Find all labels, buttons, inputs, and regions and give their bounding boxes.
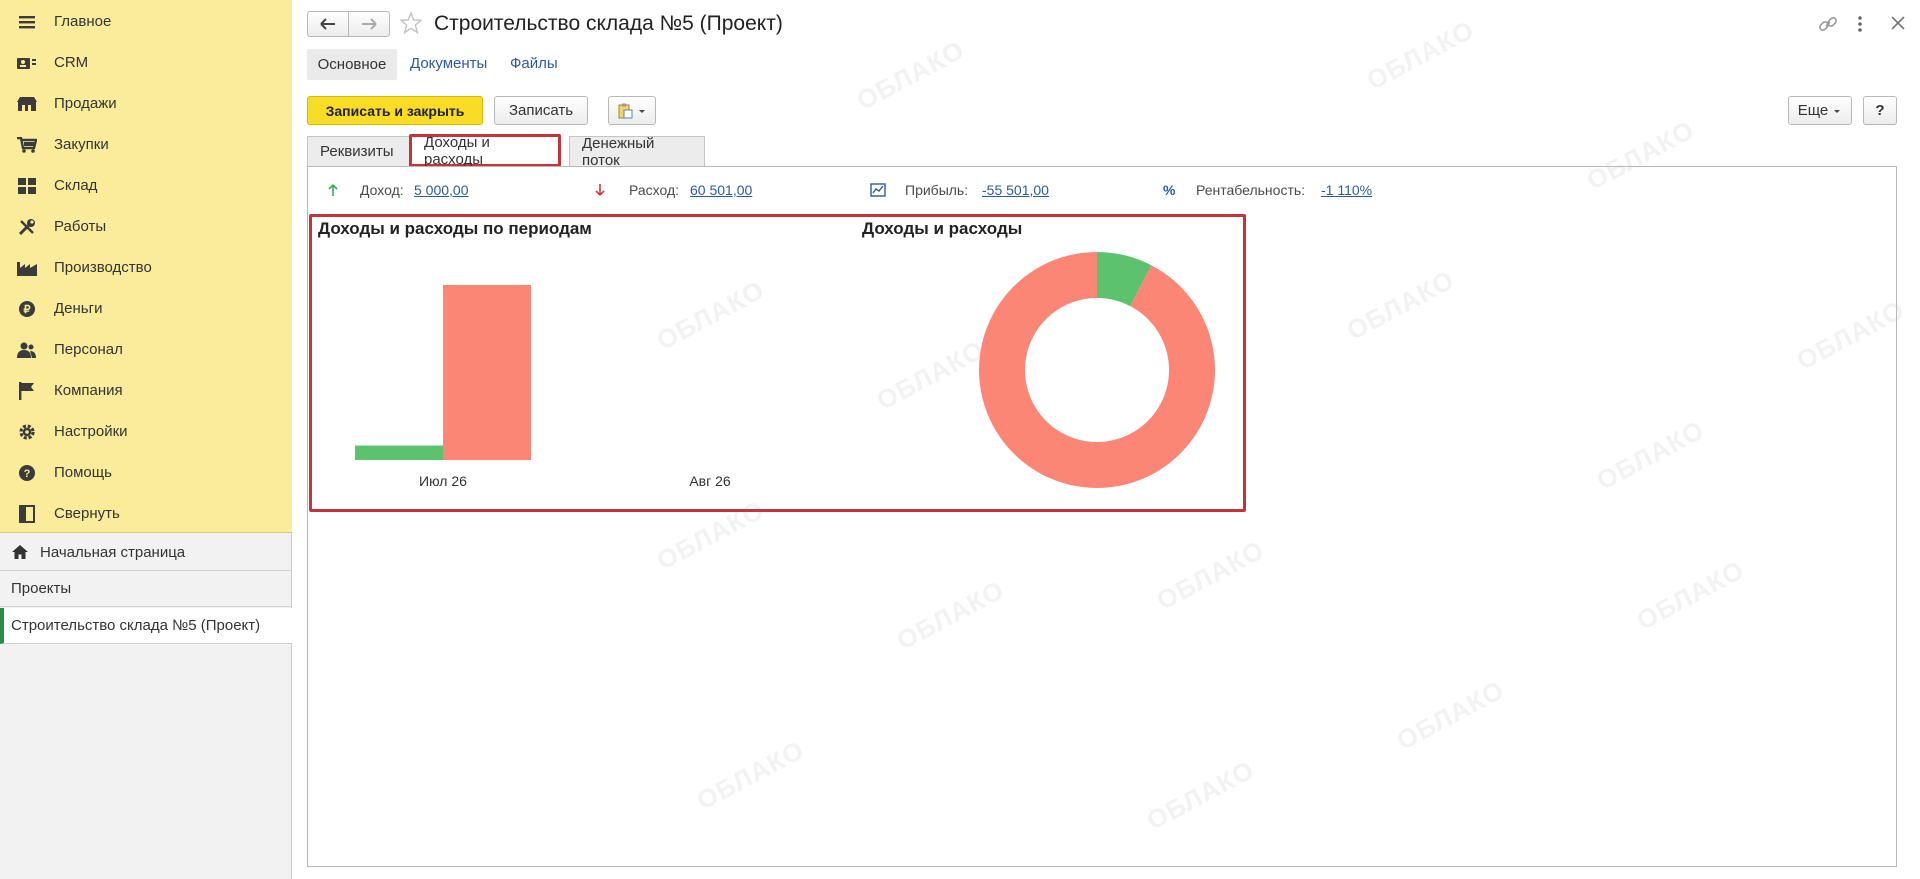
favorite-star-icon[interactable] bbox=[399, 11, 423, 39]
flag-icon bbox=[17, 382, 37, 400]
x-tick-label: Авг 26 bbox=[689, 473, 731, 489]
profit-label: Прибыль: bbox=[905, 182, 969, 198]
help-icon: ? bbox=[17, 464, 37, 482]
donut-slice-expense bbox=[979, 252, 1215, 488]
svg-text:?: ? bbox=[24, 468, 31, 480]
menu-icon bbox=[17, 13, 37, 31]
income-arrow-icon bbox=[327, 183, 339, 202]
section-nav: Главное CRM Продажи Закупки Склад Работы… bbox=[0, 0, 292, 533]
gear-icon bbox=[17, 423, 37, 441]
open-window-label: Строительство склада №5 (Проект) bbox=[11, 617, 261, 634]
home-page-link[interactable]: Начальная страница bbox=[0, 534, 292, 571]
nav-item-label: Свернуть bbox=[54, 505, 120, 522]
nav-item-works[interactable]: Работы bbox=[0, 206, 292, 247]
income-label: Доход: bbox=[360, 182, 404, 198]
cart-icon bbox=[17, 136, 37, 154]
open-window-projects[interactable]: Проекты bbox=[0, 571, 292, 607]
more-button-label: Еще bbox=[1797, 102, 1829, 119]
nav-item-crm[interactable]: CRM bbox=[0, 42, 292, 83]
back-button[interactable] bbox=[307, 11, 349, 37]
warehouse-icon bbox=[17, 177, 37, 195]
nav-item-help[interactable]: ? Помощь bbox=[0, 452, 292, 493]
factory-icon bbox=[17, 259, 37, 277]
main-area: ОБЛАКО ОБЛАКО ОБЛАКО ОБЛАКО ОБЛАКО ОБЛАК… bbox=[292, 0, 1920, 879]
help-button[interactable]: ? bbox=[1863, 96, 1897, 125]
profitability-label: Рентабельность: bbox=[1196, 182, 1306, 198]
page-title: Строительство склада №5 (Проект) bbox=[434, 12, 783, 35]
sidebar: Главное CRM Продажи Закупки Склад Работы… bbox=[0, 0, 292, 879]
nav-item-purchases[interactable]: Закупки bbox=[0, 124, 292, 165]
nav-item-label: CRM bbox=[54, 54, 89, 71]
profitability-value[interactable]: -1 110% bbox=[1321, 182, 1372, 198]
profit-value[interactable]: -55 501,00 bbox=[982, 182, 1049, 198]
more-button[interactable]: Еще bbox=[1788, 96, 1852, 125]
open-window-current-project[interactable]: Строительство склада №5 (Проект) bbox=[0, 608, 292, 644]
home-icon bbox=[12, 544, 28, 564]
x-tick-label: Июл 26 bbox=[419, 473, 467, 489]
section-tab-documents[interactable]: Документы bbox=[410, 55, 487, 72]
crm-icon bbox=[17, 54, 37, 72]
expense-label: Расход: bbox=[629, 182, 680, 198]
nav-item-label: Персонал bbox=[54, 341, 123, 358]
link-icon[interactable] bbox=[1818, 14, 1838, 39]
nav-item-settings[interactable]: Настройки bbox=[0, 411, 292, 452]
open-window-label: Проекты bbox=[11, 580, 72, 597]
save-button[interactable]: Записать bbox=[494, 96, 588, 125]
nav-item-label: Продажи bbox=[54, 95, 117, 112]
bar-chart-title: Доходы и расходы по периодам bbox=[318, 219, 592, 238]
chevron-down-icon bbox=[1834, 109, 1841, 113]
nav-item-label: Склад bbox=[54, 177, 98, 194]
forward-button[interactable] bbox=[348, 11, 390, 37]
bar-expense-0 bbox=[443, 285, 531, 460]
expense-arrow-icon bbox=[594, 183, 606, 202]
watermark: ОБЛАКО bbox=[851, 34, 970, 116]
home-page-label: Начальная страница bbox=[40, 543, 186, 561]
save-and-close-button[interactable]: Записать и закрыть bbox=[307, 96, 483, 125]
section-tab-main[interactable]: Основное bbox=[307, 49, 397, 80]
sales-icon bbox=[17, 95, 37, 113]
nav-item-label: Главное bbox=[54, 13, 112, 30]
nav-item-label: Производство bbox=[54, 259, 152, 276]
nav-item-collapse[interactable]: Свернуть bbox=[0, 493, 292, 534]
arrow-left-icon bbox=[320, 18, 335, 30]
profit-chart-icon bbox=[870, 183, 886, 202]
tab-requisites[interactable]: Реквизиты bbox=[307, 136, 411, 166]
nav-item-main[interactable]: Главное bbox=[0, 1, 292, 42]
close-icon[interactable] bbox=[1890, 15, 1906, 36]
nav-item-label: Настройки bbox=[54, 423, 128, 440]
chevron-down-icon bbox=[639, 109, 645, 113]
nav-item-sales[interactable]: Продажи bbox=[0, 83, 292, 124]
watermark: ОБЛАКО bbox=[1361, 14, 1480, 96]
bar-income-0 bbox=[355, 445, 443, 460]
nav-item-label: Компания bbox=[54, 382, 123, 399]
staff-icon bbox=[17, 341, 37, 359]
nav-item-money[interactable]: ₽ Деньги bbox=[0, 288, 292, 329]
nav-item-production[interactable]: Производство bbox=[0, 247, 292, 288]
nav-item-label: Помощь bbox=[54, 464, 112, 481]
income-value[interactable]: 5 000,00 bbox=[414, 182, 469, 198]
nav-item-label: Деньги bbox=[54, 300, 103, 317]
attach-dropdown-button[interactable] bbox=[608, 96, 656, 125]
expense-value[interactable]: 60 501,00 bbox=[690, 182, 752, 198]
nav-item-company[interactable]: Компания bbox=[0, 370, 292, 411]
svg-text:₽: ₽ bbox=[24, 304, 31, 316]
nav-item-label: Закупки bbox=[54, 136, 109, 153]
donut-chart-title: Доходы и расходы bbox=[862, 219, 1023, 238]
collapse-icon bbox=[17, 505, 37, 523]
bar-chart: Июл 26 Авг 26 bbox=[355, 285, 731, 489]
money-icon: ₽ bbox=[17, 300, 37, 318]
tools-icon bbox=[17, 218, 37, 236]
donut-chart bbox=[979, 252, 1215, 488]
arrow-right-icon bbox=[362, 18, 377, 30]
nav-item-staff[interactable]: Персонал bbox=[0, 329, 292, 370]
more-vertical-icon[interactable] bbox=[1856, 13, 1864, 40]
tab-cash-flow[interactable]: Денежный поток bbox=[569, 135, 705, 169]
nav-item-warehouse[interactable]: Склад bbox=[0, 165, 292, 206]
nav-item-label: Работы bbox=[54, 218, 107, 235]
section-tab-files[interactable]: Файлы bbox=[510, 55, 558, 72]
tab-income-expense[interactable]: Доходы и расходы bbox=[409, 134, 561, 168]
percent-icon: % bbox=[1163, 182, 1176, 198]
clipboard-icon bbox=[618, 103, 633, 118]
